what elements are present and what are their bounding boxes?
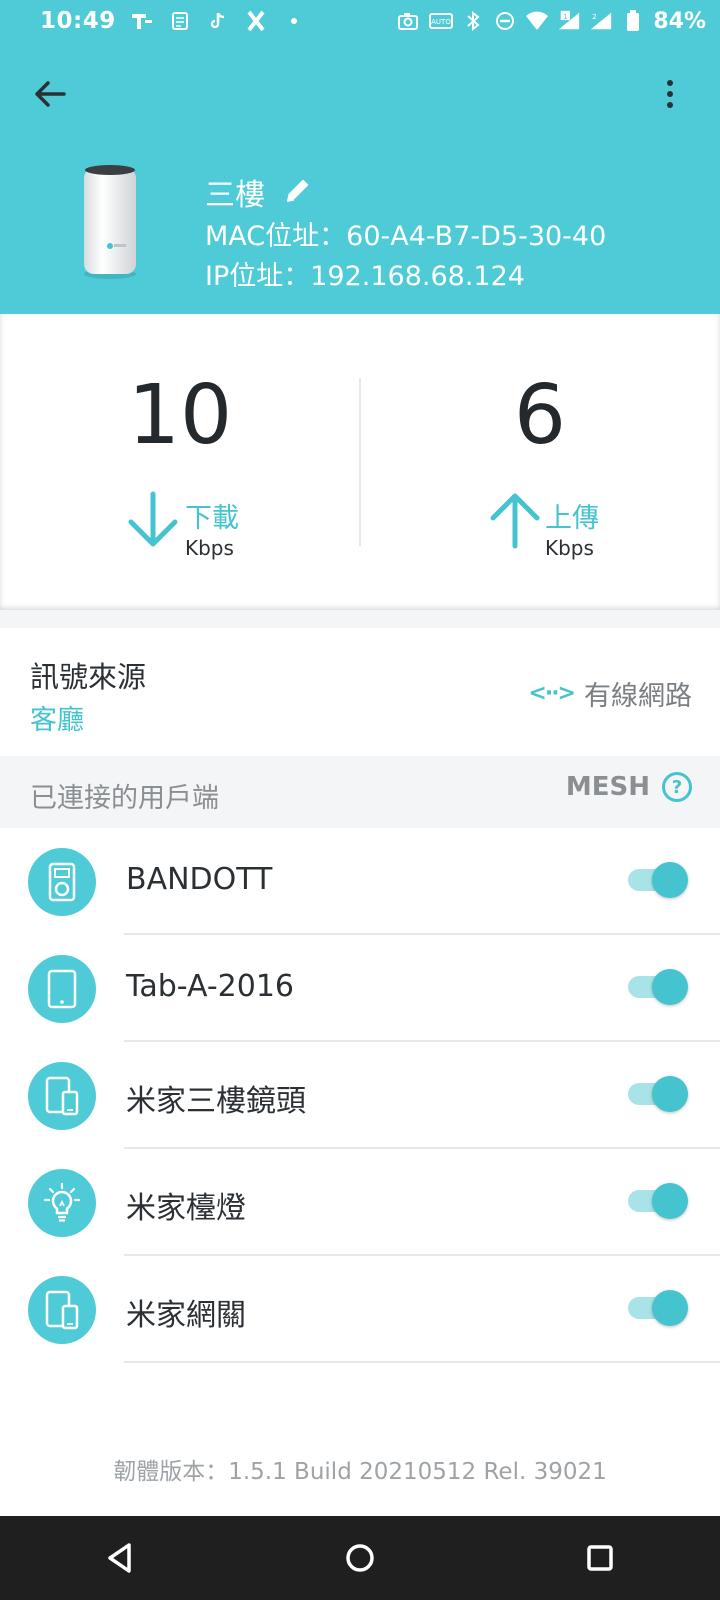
signal-source-title: 訊號來源 [30, 660, 147, 694]
media-player-icon [28, 848, 96, 916]
devices-icon [28, 1276, 96, 1344]
auto-brightness-icon: AUTO [429, 9, 454, 33]
lightbulb-icon [28, 1169, 96, 1237]
battery-icon [621, 9, 645, 33]
connection-type-label: 有線網路 [584, 681, 692, 712]
signal-source-value: 客廳 [30, 705, 84, 736]
signal-sim2-icon: 2 [589, 9, 613, 33]
app-notification-icon [244, 9, 268, 33]
svg-text:1: 1 [563, 12, 568, 21]
svg-text:2: 2 [593, 12, 598, 21]
nav-recents-button[interactable] [575, 1533, 625, 1583]
list-item[interactable]: 米家檯燈 [0, 1149, 720, 1256]
wired-connection-icon: <··> [528, 681, 576, 706]
status-time: 10:49 [40, 8, 116, 34]
client-toggle[interactable] [628, 1290, 688, 1326]
client-toggle[interactable] [628, 969, 688, 1005]
more-dot-icon [667, 80, 673, 86]
download-arrow-icon [128, 491, 178, 547]
pencil-icon [286, 179, 309, 202]
upload-unit: Kbps [545, 536, 594, 560]
connection-type: <··> 有線網路 [528, 674, 692, 713]
more-dot-icon [667, 102, 673, 108]
sim-notification-icon [168, 9, 192, 33]
list-item[interactable]: Tab-A-2016 [0, 935, 720, 1042]
triangle-back-icon [108, 1543, 131, 1573]
list-item[interactable]: 米家網關 [0, 1256, 720, 1363]
list-item[interactable]: 米家三樓鏡頭 [0, 1042, 720, 1149]
list-item[interactable]: BANDOTT [0, 828, 720, 935]
clients-title: 已連接的用戶端 [30, 783, 219, 814]
client-name: 米家網關 [126, 1298, 246, 1333]
client-list: BANDOTT Tab-A-2016 米家三樓鏡頭 米家檯燈 米家網關 [0, 828, 720, 1363]
signal-source-row: 訊號來源 客廳 <··> 有線網路 [0, 628, 720, 756]
device-header: 三樓 MAC位址：60-A4-B7-D5-30-40 IP位址：192.168.… [0, 42, 720, 314]
firmware-version: 韌體版本：1.5.1 Build 20210512 Rel. 39021 [113, 1459, 607, 1485]
system-nav-bar [0, 1516, 720, 1600]
back-button[interactable] [28, 72, 72, 116]
status-bar: 10:49 AUTO 1 2 84% [0, 0, 720, 42]
camera-lock-icon [397, 9, 421, 33]
client-name: 米家檯燈 [126, 1191, 246, 1226]
client-toggle[interactable] [628, 1076, 688, 1112]
divider [124, 1361, 720, 1363]
bluetooth-icon [461, 9, 485, 33]
device-name: 三樓 [205, 178, 265, 213]
client-toggle[interactable] [628, 862, 688, 898]
tiktok-icon [206, 9, 230, 33]
mesh-info: MESH ? [566, 772, 692, 802]
download-speed: 10 下載 Kbps [0, 314, 360, 610]
client-toggle[interactable] [628, 1183, 688, 1219]
upload-arrow-icon [490, 493, 540, 549]
help-icon[interactable]: ? [662, 772, 692, 802]
upload-value: 6 [513, 368, 567, 463]
client-name: BANDOTT [126, 862, 273, 897]
do-not-disturb-icon [493, 9, 517, 33]
upload-label: 上傳 [545, 503, 599, 534]
wifi-icon [525, 9, 549, 33]
mac-address: MAC位址：60-A4-B7-D5-30-40 [205, 221, 607, 252]
nav-home-button[interactable] [335, 1533, 385, 1583]
dot-icon [282, 9, 306, 33]
ip-address: IP位址：192.168.68.124 [205, 261, 525, 292]
mesh-label: MESH [565, 772, 650, 802]
edit-name-button[interactable] [283, 175, 313, 209]
signal-sim1-icon: 1 [557, 9, 581, 33]
more-options-button[interactable] [648, 72, 692, 116]
battery-percent: 84% [653, 8, 706, 34]
speed-panel: 10 下載 Kbps 6 上傳 Kbps [0, 314, 720, 610]
circle-home-icon [346, 1544, 374, 1572]
square-recents-icon [587, 1545, 613, 1571]
back-arrow-icon [35, 81, 66, 107]
client-name: 米家三樓鏡頭 [126, 1084, 306, 1119]
download-value: 10 [127, 368, 233, 463]
devices-icon [28, 1062, 96, 1130]
svg-text:AUTO: AUTO [431, 18, 451, 26]
deco-device-image [80, 162, 140, 282]
download-unit: Kbps [185, 536, 234, 560]
carrier-icon [130, 9, 154, 33]
download-label: 下載 [185, 503, 239, 534]
section-separator [0, 610, 720, 628]
nav-back-button[interactable] [95, 1533, 145, 1583]
upload-speed: 6 上傳 Kbps [360, 314, 720, 610]
tablet-icon [28, 955, 96, 1023]
more-dot-icon [667, 91, 673, 97]
client-name: Tab-A-2016 [126, 969, 294, 1004]
clients-section-header: 已連接的用戶端 MESH ? [0, 756, 720, 828]
